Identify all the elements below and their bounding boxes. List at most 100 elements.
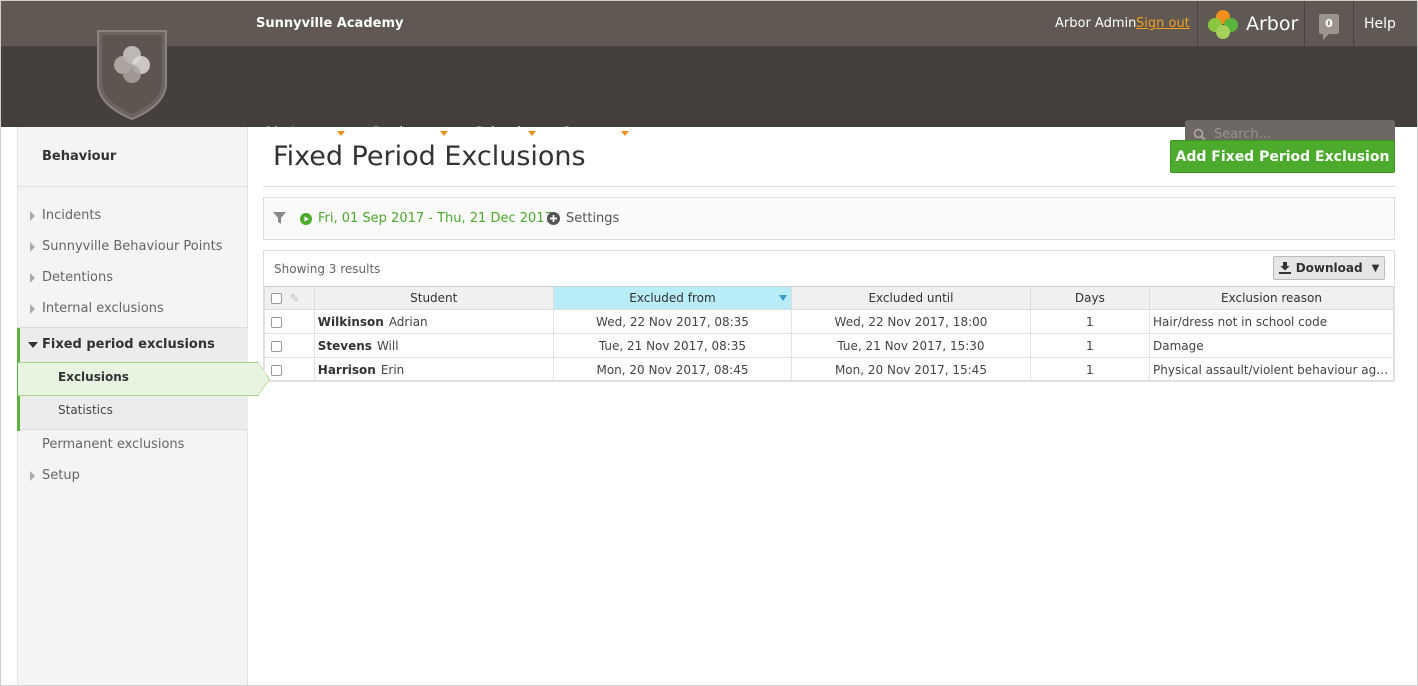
student-cell[interactable]: Wilkinson Adrian <box>313 309 554 334</box>
nav-label: System <box>561 125 615 141</box>
student-cell[interactable]: Harrison Erin <box>313 357 554 382</box>
notification-badge[interactable]: 0 <box>1319 14 1339 40</box>
caret-down-icon <box>527 130 536 136</box>
sidebar-item-setup[interactable]: Setup <box>30 468 80 483</box>
column-header-days[interactable]: Days <box>1029 286 1151 310</box>
excluded-until-cell: Tue, 21 Nov 2017, 15:30 <box>791 333 1031 358</box>
nav-label: My Items <box>266 125 330 141</box>
column-header-label: Excluded from <box>629 291 716 305</box>
divider <box>1304 1 1305 47</box>
exclusions-table: ✎ Student Excluded from Excluded until D… <box>264 286 1394 382</box>
add-fixed-period-exclusion-button[interactable]: Add Fixed Period Exclusion <box>1170 140 1395 173</box>
top-bar: Sunnyville Academy Arbor Admin Sign out … <box>1 1 1417 47</box>
chevron-down-icon <box>28 342 38 348</box>
days-cell: 1 <box>1029 333 1151 358</box>
plus-circle-icon <box>547 212 560 225</box>
download-button[interactable]: Download ▼ <box>1273 256 1385 280</box>
column-header-student[interactable]: Student <box>313 286 554 310</box>
row-checkbox[interactable] <box>271 364 282 376</box>
sidebar-item-label: Setup <box>42 468 80 483</box>
student-last-name: Wilkinson <box>317 314 384 329</box>
table-row[interactable]: Harrison Erin Mon, 20 Nov 2017, 08:45 Mon… <box>264 357 1394 382</box>
row-checkbox[interactable] <box>271 316 282 328</box>
nav-item-students[interactable]: Students <box>370 125 449 141</box>
sidebar-item-label: Incidents <box>42 208 102 223</box>
exclusion-reason-text: Hair/dress not in school code <box>1153 314 1328 329</box>
download-icon <box>1278 262 1291 274</box>
sidebar-item-behaviour-points[interactable]: Sunnyville Behaviour Points <box>30 239 223 254</box>
sidebar-item-label: Internal exclusions <box>42 301 164 316</box>
play-circle-icon <box>300 212 312 225</box>
excluded-from-cell: Mon, 20 Nov 2017, 08:45 <box>552 357 793 382</box>
table-row[interactable]: Stevens Will Tue, 21 Nov 2017, 08:35 Tue,… <box>264 333 1394 358</box>
sidebar-item-fixed-period-exclusions[interactable]: Fixed period exclusions <box>28 337 215 352</box>
sidebar-item-statistics[interactable]: Statistics <box>58 403 113 417</box>
row-select-cell <box>264 333 315 358</box>
arbor-brand[interactable]: Arbor <box>1206 8 1298 40</box>
sidebar-item-incidents[interactable]: Incidents <box>30 208 102 223</box>
caret-down-icon <box>336 130 345 136</box>
exclusion-reason-text: Damage <box>1153 338 1204 353</box>
row-select-cell <box>264 357 315 382</box>
sign-out-link[interactable]: Sign out <box>1136 16 1190 31</box>
funnel-icon[interactable] <box>273 212 286 225</box>
sidebar-item-detentions[interactable]: Detentions <box>30 270 114 285</box>
student-first-name: Adrian <box>388 314 428 329</box>
brand-name: Arbor <box>1246 13 1299 35</box>
nav-item-school[interactable]: School <box>474 125 536 141</box>
table-row[interactable]: Wilkinson Adrian Wed, 22 Nov 2017, 08:35 … <box>264 309 1394 334</box>
nav-menu: My Items Students School System <box>266 125 655 141</box>
sidebar-item-label: Sunnyville Behaviour Points <box>42 239 223 254</box>
caret-down-icon <box>621 130 630 136</box>
page-title: Fixed Period Exclusions <box>273 141 586 172</box>
student-cell[interactable]: Stevens Will <box>313 333 554 358</box>
arbor-logo-icon <box>1208 10 1238 39</box>
sidebar-title: Behaviour <box>42 149 117 164</box>
column-header-exclusion-reason[interactable]: Exclusion reason <box>1149 286 1394 310</box>
sidebar-item-permanent-exclusions[interactable]: Permanent exclusions <box>42 437 184 452</box>
student-last-name: Stevens <box>317 338 372 353</box>
sidebar-item-label: Statistics <box>58 403 113 417</box>
nav-item-my-items[interactable]: My Items <box>266 125 345 141</box>
download-label: Download <box>1295 261 1363 275</box>
days-cell: 1 <box>1029 309 1151 334</box>
table-header-row: ✎ Student Excluded from Excluded until D… <box>264 286 1394 310</box>
select-all-checkbox[interactable] <box>271 293 282 304</box>
sidebar-item-internal-exclusions[interactable]: Internal exclusions <box>30 301 164 316</box>
sidebar-item-label: Detentions <box>42 270 114 285</box>
excluded-from-cell: Wed, 22 Nov 2017, 08:35 <box>552 309 793 334</box>
school-shield-icon[interactable] <box>95 27 169 121</box>
excluded-until-cell: Wed, 22 Nov 2017, 18:00 <box>791 309 1031 334</box>
nav-item-system[interactable]: System <box>561 125 630 141</box>
user-name: Arbor Admin <box>1055 16 1137 31</box>
nav-label: Students <box>370 125 434 141</box>
sidebar: Behaviour Incidents Sunnyville Behaviour… <box>17 127 270 685</box>
sort-desc-icon <box>779 295 788 301</box>
row-checkbox[interactable] <box>271 340 282 352</box>
search-icon <box>1193 128 1206 141</box>
student-first-name: Will <box>376 338 399 353</box>
results-panel: Showing 3 results Download ▼ ✎ Student E… <box>263 250 1395 382</box>
nav-label: School <box>474 125 521 141</box>
student-first-name: Erin <box>380 362 405 377</box>
column-header-excluded-until[interactable]: Excluded until <box>791 286 1031 310</box>
column-header-excluded-from[interactable]: Excluded from <box>552 286 793 310</box>
excluded-until-cell: Mon, 20 Nov 2017, 15:45 <box>791 357 1031 382</box>
exclusion-reason-cell: Hair/dress not in school code <box>1149 309 1394 334</box>
settings-button[interactable]: Settings <box>547 211 619 226</box>
app-window: Sunnyville Academy Arbor Admin Sign out … <box>0 0 1418 686</box>
select-all-header: ✎ <box>264 286 315 310</box>
chevron-right-icon <box>30 211 35 221</box>
chevron-right-icon <box>30 273 35 283</box>
sidebar-item-label: Fixed period exclusions <box>42 337 215 352</box>
sidebar-item-exclusions[interactable]: Exclusions <box>58 370 129 384</box>
date-range-filter[interactable]: Fri, 01 Sep 2017 - Thu, 21 Dec 2017 <box>300 211 553 226</box>
chevron-right-icon <box>30 471 35 481</box>
pencil-icon[interactable]: ✎ <box>290 292 299 305</box>
divider <box>18 186 247 187</box>
divider <box>1353 1 1354 47</box>
filter-bar: Fri, 01 Sep 2017 - Thu, 21 Dec 2017 Sett… <box>263 197 1395 240</box>
chevron-right-icon <box>30 242 35 252</box>
exclusion-reason-text: Physical assault/violent behaviour again… <box>1153 362 1393 377</box>
help-link[interactable]: Help <box>1364 16 1396 32</box>
